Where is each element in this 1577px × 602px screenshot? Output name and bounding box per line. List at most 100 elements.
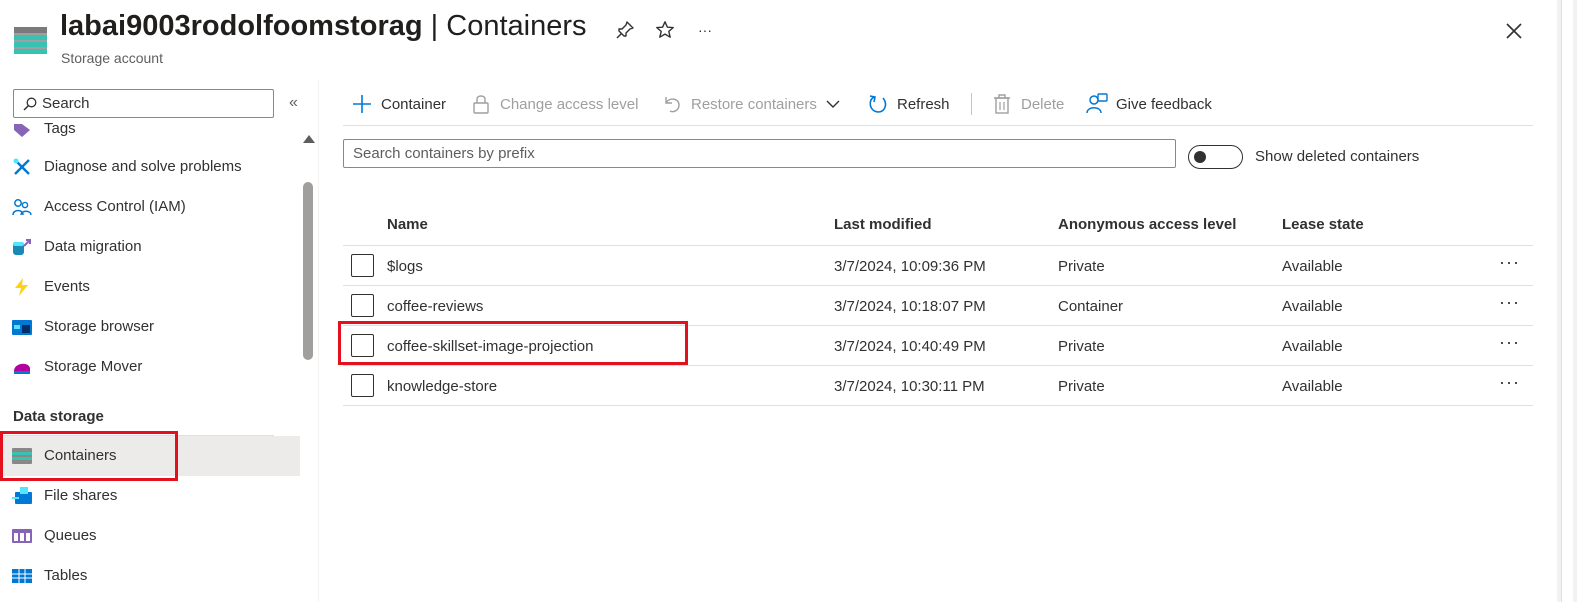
sidebar-item-storage-mover[interactable]: Storage Mover (0, 347, 300, 387)
undo-icon (665, 97, 680, 113)
storage-account-icon (14, 27, 47, 54)
storage-browser-icon (12, 320, 32, 335)
sidebar-item-containers[interactable]: Containers (0, 436, 300, 476)
table-row[interactable]: $logs 3/7/2024, 10:09:36 PM Private Avai… (343, 246, 1533, 286)
sidebar-item-data-migration[interactable]: Data migration (0, 227, 300, 267)
access-level: Private (1058, 258, 1105, 275)
container-name[interactable]: coffee-skillset-image-projection (387, 338, 593, 355)
toggle-knob (1194, 151, 1206, 163)
row-checkbox[interactable] (351, 294, 374, 317)
page-scrollbar-thumb[interactable] (1561, 0, 1573, 602)
sidebar-item-label: Data migration (44, 238, 142, 255)
row-more-icon[interactable]: ··· (1499, 332, 1523, 352)
table-row[interactable]: knowledge-store 3/7/2024, 10:30:11 PM Pr… (343, 366, 1533, 406)
lease-state: Available (1282, 258, 1343, 275)
feedback-icon (1086, 93, 1108, 114)
give-feedback-label: Give feedback (1116, 95, 1212, 113)
menu-scrollbar-thumb[interactable] (303, 182, 313, 360)
people-icon (12, 199, 32, 216)
close-icon[interactable] (1502, 19, 1526, 43)
column-header-lease-state[interactable]: Lease state (1282, 216, 1364, 233)
row-checkbox[interactable] (351, 374, 374, 397)
file-shares-icon (12, 487, 32, 504)
row-more-icon[interactable]: ··· (1499, 252, 1523, 272)
refresh-label: Refresh (897, 95, 950, 113)
row-more-icon[interactable]: ··· (1499, 372, 1523, 392)
show-deleted-label: Show deleted containers (1255, 148, 1420, 165)
sidebar-item-label: Storage Mover (44, 358, 143, 375)
menu-search-input[interactable] (42, 93, 267, 114)
wrench-icon (13, 158, 30, 175)
restore-containers-button[interactable]: Restore containers (661, 90, 841, 118)
container-name[interactable]: coffee-reviews (387, 298, 483, 315)
section-heading-data-storage: Data storage (13, 408, 104, 425)
give-feedback-button[interactable]: Give feedback (1086, 90, 1212, 118)
table-row[interactable]: coffee-skillset-image-projection 3/7/202… (343, 326, 1533, 366)
sidebar-item-label: Access Control (IAM) (44, 198, 186, 215)
access-level: Container (1058, 298, 1124, 315)
pin-icon (616, 21, 634, 39)
lightning-icon (15, 278, 28, 296)
plus-icon (353, 95, 371, 113)
sidebar-item-label: File shares (44, 487, 118, 504)
last-modified: 3/7/2024, 10:40:49 PM (834, 338, 986, 355)
star-icon (656, 21, 674, 38)
refresh-button[interactable]: Refresh (867, 90, 950, 118)
search-icon (23, 97, 37, 111)
more-button[interactable]: ··· (693, 18, 717, 42)
refresh-icon (869, 95, 887, 113)
sidebar-item-label: Containers (44, 447, 117, 464)
sidebar-item-label: Tags (44, 120, 76, 137)
sidebar-item-label: Diagnose and solve problems (44, 158, 242, 175)
container-name[interactable]: $logs (387, 258, 423, 275)
access-level: Private (1058, 338, 1105, 355)
sidebar-item-access-control[interactable]: Access Control (IAM) (0, 187, 300, 227)
favorite-button[interactable] (653, 18, 677, 42)
lock-icon (473, 95, 489, 114)
last-modified: 3/7/2024, 10:09:36 PM (834, 258, 986, 275)
sidebar-item-storage-browser[interactable]: Storage browser (0, 307, 300, 347)
chevron-down-icon (826, 100, 840, 108)
container-name[interactable]: knowledge-store (387, 378, 497, 395)
more-icon: ··· (698, 22, 712, 38)
add-container-button[interactable]: Container (351, 90, 446, 118)
delete-button[interactable]: Delete (991, 90, 1064, 118)
lease-state: Available (1282, 338, 1343, 355)
trash-icon (994, 94, 1010, 114)
row-checkbox[interactable] (351, 334, 374, 357)
page-header: labai9003rodolfoomstorag | Containers St… (0, 0, 1577, 80)
menu-search-box[interactable] (13, 89, 274, 118)
scroll-up-arrow-icon[interactable] (303, 135, 315, 143)
resource-name: labai9003rodolfoomstorag (60, 10, 423, 42)
column-header-name[interactable]: Name (387, 216, 428, 233)
lease-state: Available (1282, 378, 1343, 395)
change-access-level-button[interactable]: Change access level (470, 90, 638, 118)
last-modified: 3/7/2024, 10:30:11 PM (834, 378, 985, 395)
pin-button[interactable] (613, 18, 637, 42)
table-row[interactable]: coffee-reviews 3/7/2024, 10:18:07 PM Con… (343, 286, 1533, 326)
collapse-menu-button[interactable]: « (289, 94, 307, 112)
column-header-access-level[interactable]: Anonymous access level (1058, 216, 1236, 233)
column-header-last-modified[interactable]: Last modified (834, 216, 932, 233)
sidebar-item-file-shares[interactable]: File shares (0, 476, 300, 516)
sidebar-item-diagnose[interactable]: Diagnose and solve problems (0, 147, 300, 187)
sidebar-item-events[interactable]: Events (0, 267, 300, 307)
access-level: Private (1058, 378, 1105, 395)
tables-icon (12, 569, 32, 583)
resource-type: Storage account (61, 50, 163, 66)
show-deleted-toggle[interactable] (1188, 145, 1243, 169)
menu-list: Tags Diagnose and solve problems Access … (0, 120, 300, 602)
container-prefix-search[interactable] (343, 139, 1176, 168)
row-checkbox[interactable] (351, 254, 374, 277)
storage-mover-icon (14, 363, 30, 374)
sidebar-item-queues[interactable]: Queues (0, 516, 300, 556)
sidebar-item-tags[interactable]: Tags (0, 120, 300, 149)
sidebar-item-tables[interactable]: Tables (0, 556, 300, 596)
delete-label: Delete (1021, 95, 1065, 113)
container-prefix-input[interactable] (353, 143, 1163, 164)
sidebar-item-label: Queues (44, 527, 97, 544)
resource-menu: « Tags Diagnose and solve problems Acces… (0, 80, 318, 602)
add-container-label: Container (381, 95, 447, 113)
row-more-icon[interactable]: ··· (1499, 292, 1523, 312)
page-scrollbar[interactable] (1557, 0, 1577, 602)
